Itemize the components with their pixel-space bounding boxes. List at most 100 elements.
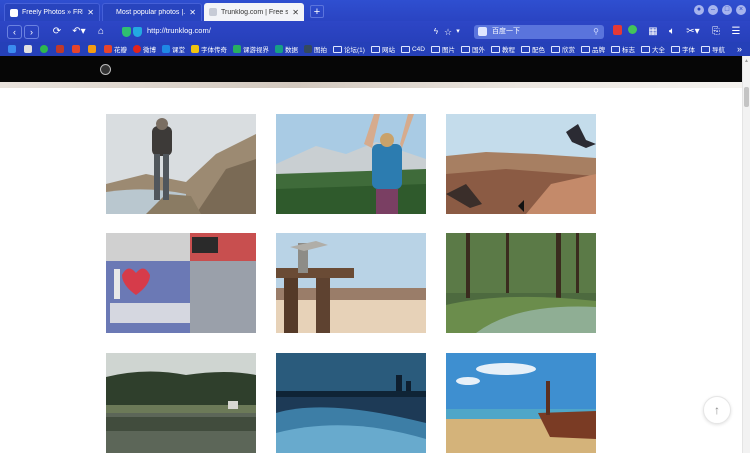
bookmark-folder[interactable]: 品牌 [580, 44, 605, 54]
bookmark-folder[interactable]: 图片 [430, 44, 455, 54]
bookmark-item[interactable]: 微博 [133, 44, 156, 54]
verified-shield-icon[interactable] [133, 27, 142, 37]
red-shield-icon[interactable] [612, 25, 622, 35]
photo-image [276, 233, 426, 333]
close-window-icon[interactable]: × [736, 5, 746, 15]
lightning-icon[interactable]: ϟ [432, 25, 440, 39]
download-icon[interactable]: ⎘ [710, 25, 722, 39]
scroll-up-arrow-icon[interactable]: ▲ [744, 58, 749, 64]
bookmark-folder[interactable]: 配色 [520, 44, 545, 54]
skin-icon[interactable]: ● [694, 5, 704, 15]
bookmark-favicon-icon [304, 45, 312, 53]
bookmark-folder[interactable]: 网站 [370, 44, 395, 54]
folder-icon [550, 45, 560, 53]
security-shield-icon[interactable] [122, 27, 131, 37]
bookmarks-overflow-button[interactable]: » [737, 42, 742, 56]
bookmark-folder[interactable]: C4D [400, 45, 425, 53]
bookmark-item[interactable]: 课游视界 [233, 44, 269, 54]
site-logo-icon[interactable] [100, 64, 111, 75]
bookmark-item[interactable] [8, 45, 18, 53]
bookmark-favicon-icon [72, 45, 80, 53]
photo-image [106, 114, 256, 214]
scissors-icon[interactable]: ✂▾ [685, 25, 701, 39]
maximize-icon[interactable]: □ [722, 5, 732, 15]
close-tab-icon[interactable]: ✕ [87, 8, 94, 17]
navigation-toolbar: ‹ › ⟳ ↶▾ ⌂ http://trunklog.com/ ϟ ☆ ▾ 百度… [0, 21, 750, 42]
bookmark-folder[interactable]: 论坛(1) [333, 44, 365, 54]
green-extension-icon[interactable] [627, 25, 637, 34]
baidu-icon [478, 27, 487, 36]
tab-trunklog[interactable]: Trunklog.com | Free sto... ✕ [204, 3, 304, 21]
tab-title: Freely Photos » FREE C... [22, 9, 83, 16]
photo-hiker-coast[interactable] [106, 114, 256, 214]
bookmarks-bar: 花瓣 微博 课堂 字体传奇 课游视界 数据 图拍 论坛(1) 网站 C4D 图片… [0, 42, 750, 56]
photo-lake-reflection[interactable] [106, 353, 256, 453]
folder-icon [333, 45, 342, 53]
bookmark-favicon-icon [275, 45, 283, 53]
bookmark-folder[interactable]: 欣赏 [550, 44, 575, 54]
home-icon[interactable]: ⌂ [95, 25, 107, 39]
bookmark-folder[interactable]: 导航 [700, 44, 725, 54]
bookmark-star-icon[interactable]: ☆ [443, 25, 453, 39]
bookmark-favicon-icon [162, 45, 170, 53]
bookmark-item[interactable]: 课堂 [162, 44, 185, 54]
hero-image-strip [0, 82, 742, 88]
bookmark-folder[interactable]: 大全 [640, 44, 665, 54]
apps-grid-icon[interactable]: ▦ [647, 25, 659, 39]
close-tab-icon[interactable]: ✕ [189, 8, 196, 17]
search-box[interactable]: 百度一下 ⚲ [474, 25, 604, 39]
bookmark-folder[interactable]: 教程 [490, 44, 515, 54]
search-placeholder: 百度一下 [492, 28, 520, 35]
close-tab-icon[interactable]: ✕ [292, 8, 299, 17]
bookmark-folder[interactable]: 标志 [610, 44, 635, 54]
weibo-icon [133, 45, 141, 53]
refresh-icon[interactable]: ⟳ [50, 25, 64, 39]
bookmark-folder[interactable]: 字体 [670, 44, 695, 54]
menu-icon[interactable]: ☰ [730, 25, 742, 39]
photo-forest-stream[interactable] [446, 233, 596, 333]
tab-freely-photos[interactable]: Freely Photos » FREE C... ✕ [4, 3, 100, 21]
photo-canyon-eagles[interactable] [446, 114, 596, 214]
bookmark-item[interactable] [72, 45, 82, 53]
bookmark-item[interactable] [40, 45, 50, 53]
undo-icon[interactable]: ↶▾ [70, 25, 88, 39]
photo-woman-mountains[interactable] [276, 114, 426, 214]
forward-button[interactable]: › [24, 25, 39, 39]
bookmark-folder[interactable]: 国外 [460, 44, 485, 54]
photo-image [446, 114, 596, 214]
photo-image [446, 233, 596, 333]
page-scrollbar[interactable]: ▲ [742, 56, 750, 453]
bookmark-item[interactable] [24, 45, 34, 53]
bookmark-favicon-icon [233, 45, 241, 53]
folder-icon [370, 45, 380, 53]
bookmark-item[interactable] [56, 45, 66, 53]
folder-icon [700, 45, 710, 53]
folder-icon [580, 45, 590, 53]
scrollbar-thumb[interactable] [744, 87, 749, 107]
speaker-icon[interactable]: 🔈︎ [666, 25, 678, 39]
search-icon[interactable]: ⚲ [593, 25, 599, 39]
photo-city-water[interactable] [276, 353, 426, 453]
photo-shipwreck-beach[interactable] [446, 353, 596, 453]
minimize-icon[interactable]: – [708, 5, 718, 15]
folder-icon [610, 45, 620, 53]
bookmark-item[interactable]: 图拍 [304, 44, 327, 54]
tab-title: Trunklog.com | Free sto... [221, 8, 289, 16]
bookmark-item[interactable]: 字体传奇 [191, 44, 227, 54]
photo-venice-sign[interactable] [106, 233, 256, 333]
new-tab-button[interactable]: + [310, 5, 324, 18]
chevron-down-icon[interactable]: ▾ [454, 25, 462, 39]
photo-image [446, 353, 596, 453]
bookmark-item[interactable] [88, 45, 98, 53]
back-to-top-button[interactable]: ↑ [703, 396, 731, 424]
back-button[interactable]: ‹ [7, 25, 22, 39]
bookmark-favicon-icon [40, 45, 48, 53]
address-bar[interactable]: http://trunklog.com/ [147, 26, 211, 35]
bookmark-item[interactable]: 数据 [275, 44, 298, 54]
bookmark-item[interactable]: 花瓣 [104, 44, 127, 54]
tab-strip: Freely Photos » FREE C... ✕ Most popular… [0, 0, 750, 21]
tab-most-popular[interactable]: Most popular photos |... ✕ [102, 3, 202, 21]
bookmark-favicon-icon [88, 45, 96, 53]
photo-pelican-pier[interactable] [276, 233, 426, 333]
photo-image [106, 353, 256, 453]
